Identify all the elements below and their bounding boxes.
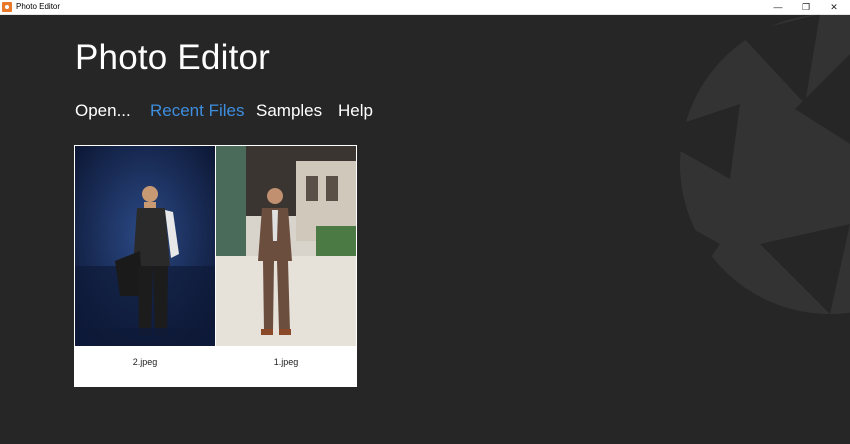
app-icon <box>2 2 12 12</box>
page-title: Photo Editor <box>75 38 271 77</box>
recent-file-tile[interactable]: 2.jpeg <box>75 146 215 386</box>
close-button[interactable]: ✕ <box>820 0 848 14</box>
recent-files-grid: 2.jpeg 1.jpeg <box>74 145 357 387</box>
nav-help[interactable]: Help <box>338 99 373 123</box>
minimize-button[interactable]: — <box>764 0 792 14</box>
file-name: 1.jpeg <box>273 357 299 367</box>
photo-thumbnail <box>216 146 356 346</box>
nav-open[interactable]: Open... <box>75 99 131 123</box>
window-title: Photo Editor <box>16 2 61 11</box>
aperture-logo-icon <box>640 14 850 314</box>
restore-button[interactable]: ❐ <box>792 0 820 14</box>
title-bar: Photo Editor — ❐ ✕ <box>0 0 850 15</box>
nav-recent-files[interactable]: Recent Files <box>150 99 244 123</box>
file-name: 2.jpeg <box>132 357 158 367</box>
recent-file-tile[interactable]: 1.jpeg <box>216 146 356 386</box>
nav-samples[interactable]: Samples <box>256 99 322 123</box>
photo-thumbnail <box>75 146 215 346</box>
